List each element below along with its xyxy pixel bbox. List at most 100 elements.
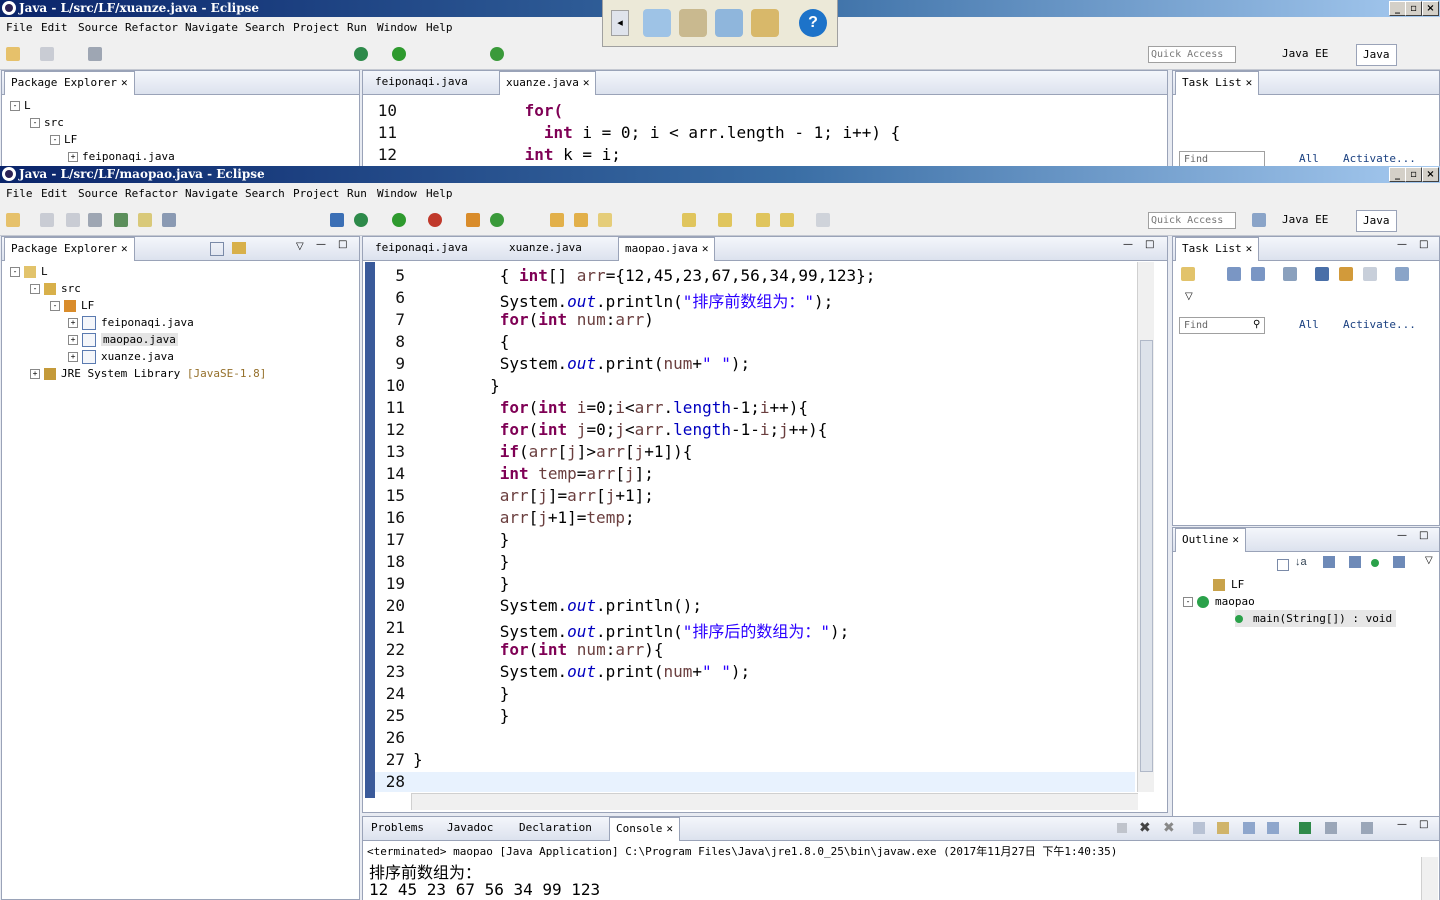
vertical-scrollbar[interactable]: [1137, 262, 1154, 792]
link-editor-icon[interactable]: [232, 242, 246, 254]
repository-icon[interactable]: [1395, 267, 1409, 281]
code-line[interactable]: 8 {: [375, 332, 1135, 354]
perspective-java-ee[interactable]: Java EE: [1282, 210, 1328, 230]
save-icon[interactable]: [40, 213, 54, 227]
tab-maopao[interactable]: maopao.java ✕: [618, 237, 716, 261]
tree-item[interactable]: - src: [30, 280, 81, 297]
next-annotation-icon[interactable]: [682, 213, 696, 227]
menu-navigate[interactable]: Navigate: [185, 183, 238, 205]
tab-problems[interactable]: Problems: [365, 817, 430, 839]
minimize-icon[interactable]: —: [1397, 819, 1407, 830]
prev-annotation-icon[interactable]: [718, 213, 732, 227]
debug-icon[interactable]: [354, 47, 368, 61]
menu-window[interactable]: Window: [377, 183, 417, 205]
code-line[interactable]: 23 System.out.print(num+" ");: [375, 662, 1135, 684]
expand-toggle[interactable]: +: [68, 318, 78, 328]
help-icon[interactable]: ?: [799, 9, 827, 37]
minimize-icon[interactable]: —: [1397, 530, 1407, 541]
tree-item[interactable]: - LF: [50, 297, 94, 314]
tab-javadoc[interactable]: Javadoc: [441, 817, 499, 839]
code-line[interactable]: 12 for(int j=0;j<arr.length-1-i;j++){: [375, 420, 1135, 442]
code-line[interactable]: 6 System.out.println("排序前数组为：");: [375, 288, 1135, 311]
print-icon[interactable]: [88, 213, 102, 227]
new-class-icon[interactable]: [490, 213, 504, 227]
code-line[interactable]: 15 arr[j]=arr[j+1];: [375, 486, 1135, 508]
open-type-icon[interactable]: [114, 213, 128, 227]
tab-outline[interactable]: Outline ✕: [1175, 528, 1246, 552]
tab-feiponaqi[interactable]: feiponaqi.java: [369, 71, 474, 93]
hand-icon[interactable]: [679, 9, 707, 37]
hide-fields-icon[interactable]: [1323, 556, 1335, 568]
remove-all-icon[interactable]: ✖: [1163, 819, 1175, 836]
close-button[interactable]: ×: [1422, 167, 1439, 182]
save-icon[interactable]: [40, 47, 54, 61]
view-menu-icon[interactable]: ▽: [296, 241, 304, 252]
display-console-icon[interactable]: [1299, 822, 1311, 834]
word-wrap-icon[interactable]: [1243, 822, 1255, 834]
new-icon[interactable]: [6, 47, 20, 61]
horizontal-scrollbar[interactable]: [411, 793, 1138, 810]
menu-window[interactable]: Window: [377, 17, 417, 39]
maximize-button[interactable]: ▫: [1405, 1, 1422, 16]
code-line[interactable]: 22 for(int num:arr){: [375, 640, 1135, 662]
tab-console[interactable]: Console ✕: [609, 817, 680, 841]
open-folder-icon[interactable]: [550, 213, 564, 227]
back-icon[interactable]: [780, 213, 794, 227]
code-line[interactable]: 24 }: [375, 684, 1135, 706]
search-icon[interactable]: [574, 213, 588, 227]
remove-launch-icon[interactable]: ✖: [1139, 819, 1151, 836]
close-icon[interactable]: ✕: [121, 76, 128, 89]
tab-package-explorer[interactable]: Package Explorer ✕: [4, 237, 135, 261]
perspective-java[interactable]: Java: [1356, 210, 1397, 232]
edit-icon[interactable]: [598, 213, 612, 227]
back-arrow-icon[interactable]: ◂: [611, 10, 629, 36]
code-line[interactable]: 7 for(int num:arr): [375, 310, 1135, 332]
view-menu-icon[interactable]: ▽: [1185, 291, 1193, 302]
outline-item-method[interactable]: main(String[]) : void: [1235, 610, 1397, 627]
sort-icon[interactable]: ↓a: [1295, 556, 1307, 568]
menu-refactor[interactable]: Refactor: [125, 17, 178, 39]
tree-item[interactable]: - LF: [50, 131, 77, 148]
code-line[interactable]: 18 }: [375, 552, 1135, 574]
menu-edit[interactable]: Edit: [41, 17, 68, 39]
open-console-icon[interactable]: [1325, 822, 1337, 834]
expand-toggle[interactable]: +: [68, 352, 78, 362]
outline-item-class[interactable]: - maopao: [1183, 593, 1255, 610]
code-line[interactable]: 17 }: [375, 530, 1135, 552]
quick-access-input[interactable]: Quick Access: [1148, 212, 1236, 229]
close-icon[interactable]: ✕: [666, 822, 673, 835]
debug-icon[interactable]: [354, 213, 368, 227]
task-activate-link[interactable]: Activate...: [1343, 318, 1416, 331]
users-icon[interactable]: [715, 9, 743, 37]
run-icon[interactable]: [392, 213, 406, 227]
outline-item-package[interactable]: LF: [1213, 576, 1244, 593]
code-area[interactable]: 5 { int[] arr={12,45,23,67,56,34,99,123}…: [375, 262, 1135, 792]
tab-declaration[interactable]: Declaration: [513, 817, 598, 839]
code-line[interactable]: 10 }: [375, 376, 1135, 398]
code-line[interactable]: 13 if(arr[j]>arr[j+1]){: [375, 442, 1135, 464]
categorize-icon[interactable]: [1227, 267, 1241, 281]
expand-toggle[interactable]: -: [30, 284, 40, 294]
maximize-icon[interactable]: □: [1419, 819, 1428, 830]
save-all-icon[interactable]: [66, 213, 80, 227]
scroll-thumb[interactable]: [1140, 340, 1153, 772]
minimize-icon[interactable]: —: [1123, 239, 1133, 250]
close-icon[interactable]: ✕: [702, 242, 709, 255]
perspective-java[interactable]: Java: [1356, 44, 1397, 66]
forward-icon[interactable]: [816, 213, 830, 227]
menu-project[interactable]: Project: [293, 183, 339, 205]
menu-refactor[interactable]: Refactor: [125, 183, 178, 205]
perspective-java-ee[interactable]: Java EE: [1282, 44, 1328, 64]
menu-source[interactable]: Source: [78, 183, 118, 205]
task-find-input[interactable]: Find: [1179, 151, 1265, 166]
code-line[interactable]: 5 { int[] arr={12,45,23,67,56,34,99,123}…: [375, 266, 1135, 288]
tab-xuanze[interactable]: xuanze.java ✕: [499, 71, 597, 95]
menu-file[interactable]: File: [6, 17, 33, 39]
tab-task-list[interactable]: Task List ✕: [1175, 71, 1260, 95]
tree-item[interactable]: + feiponaqi.java: [68, 148, 175, 165]
tree-item[interactable]: + maopao.java: [68, 331, 178, 348]
expand-toggle[interactable]: +: [68, 335, 78, 345]
run-icon[interactable]: [392, 47, 406, 61]
console-scrollbar[interactable]: [1421, 857, 1438, 900]
tree-item[interactable]: + xuanze.java: [68, 348, 174, 365]
